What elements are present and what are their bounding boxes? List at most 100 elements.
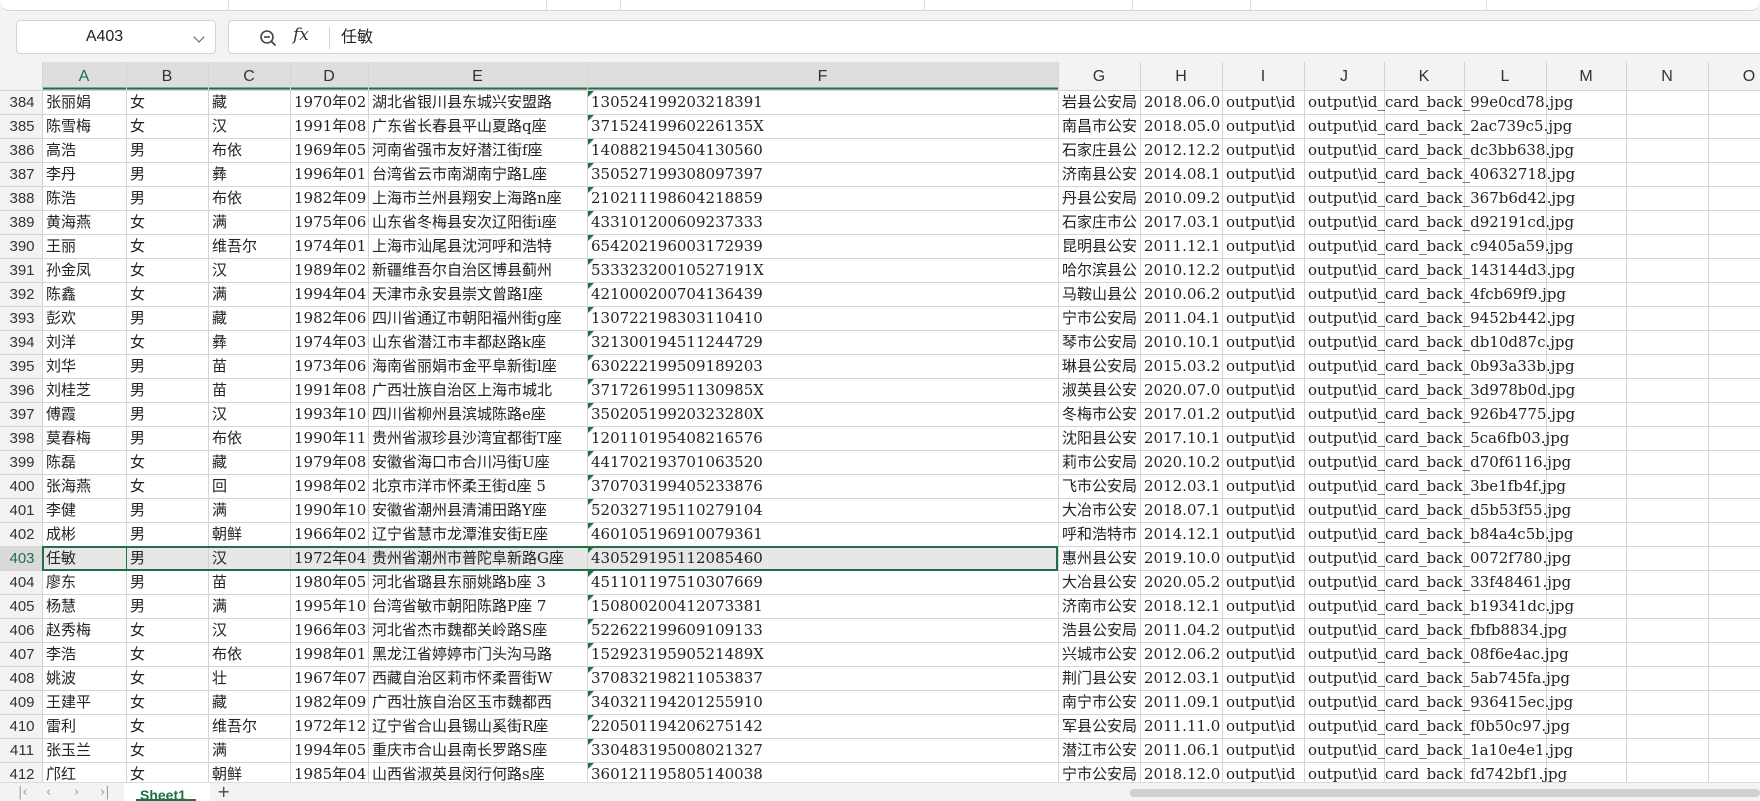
cell-back-path[interactable]: output\id_card_back_3be1fb4f.jpg xyxy=(1308,477,1566,495)
table-row[interactable]: 397 傅霞 男 汉 1993年10 四川省柳州县滨城陈路e座 35020519920323… xyxy=(9,403,1576,423)
cell-back-path[interactable]: output\id_card_back_5ca6fb03.jpg xyxy=(1308,429,1570,447)
cell-back-path[interactable]: output\id_card_back_143144d3.jpg xyxy=(1308,261,1576,279)
cell-id-number[interactable]: 630222199509189203 xyxy=(591,357,763,375)
cell-birth[interactable]: 1998年01 xyxy=(294,645,366,663)
cell-valid-date[interactable]: 2011.12.1 xyxy=(1144,237,1220,255)
row-header[interactable]: 397 xyxy=(9,406,34,423)
cell-address[interactable]: 北京市洋市怀柔王街d座 5 xyxy=(372,477,546,495)
cell-ethnicity[interactable]: 壮 xyxy=(212,669,227,687)
cell-address[interactable]: 西藏自治区莉市怀柔晋街W xyxy=(372,669,553,687)
table-row[interactable]: 385 陈雪梅 女 汉 1991年08 广东省长春县平山夏路q座 3715241996022… xyxy=(9,115,1573,135)
cell-birth[interactable]: 1989年02 xyxy=(294,261,366,279)
row-header[interactable]: 408 xyxy=(9,670,34,687)
cell-ethnicity[interactable]: 藏 xyxy=(212,93,227,111)
cell-valid-date[interactable]: 2010.10.1 xyxy=(1144,333,1220,351)
cell-name[interactable]: 任敏 xyxy=(46,549,76,567)
cell-name[interactable]: 李健 xyxy=(46,501,76,519)
cell-valid-date[interactable]: 2020.10.2 xyxy=(1144,453,1220,471)
formula-content[interactable]: 任敏 xyxy=(341,21,373,53)
cell-authority[interactable]: 南宁市公安 xyxy=(1062,693,1137,711)
cell-name[interactable]: 陈浩 xyxy=(46,189,76,207)
cell-valid-date[interactable]: 2018.07.1 xyxy=(1144,501,1220,519)
table-row[interactable]: 386 高浩 男 布依 1969年05 河南省强市友好潜江街f座 1408821945041… xyxy=(9,139,1575,159)
cell-birth[interactable]: 1974年01 xyxy=(294,237,366,255)
cell-ethnicity[interactable]: 朝鲜 xyxy=(212,765,242,782)
cell-id-number[interactable]: 53332320010527191X xyxy=(591,261,764,279)
cell-address[interactable]: 天津市永安县崇文曾路I座 xyxy=(372,285,543,303)
cell-gender[interactable]: 女 xyxy=(130,213,145,231)
cell-back-path[interactable]: output\id_card_back_99e0cd78.jpg xyxy=(1308,93,1574,111)
fx-icon[interactable]: fx xyxy=(293,25,309,45)
cell-birth[interactable]: 1998年02 xyxy=(294,477,366,495)
row-header[interactable]: 410 xyxy=(9,718,34,735)
cell-valid-date[interactable]: 2012.03.1 xyxy=(1144,477,1220,495)
column-header-j[interactable]: J xyxy=(1340,68,1348,85)
cell-front-path[interactable]: output\id xyxy=(1226,453,1296,471)
cell-ethnicity[interactable]: 布依 xyxy=(212,429,242,447)
cell-gender[interactable]: 女 xyxy=(130,645,145,663)
cell-ethnicity[interactable]: 彝 xyxy=(212,333,227,351)
cell-birth[interactable]: 1994年04 xyxy=(294,285,366,303)
cell-name[interactable]: 王丽 xyxy=(46,237,76,255)
cell-gender[interactable]: 男 xyxy=(130,501,145,519)
cell-id-number[interactable]: 460105196910079361 xyxy=(591,525,763,543)
cell-gender[interactable]: 男 xyxy=(130,573,145,591)
cell-authority[interactable]: 呼和浩特市 xyxy=(1062,525,1137,543)
cell-ethnicity[interactable]: 维吾尔 xyxy=(212,717,257,735)
cell-gender[interactable]: 男 xyxy=(130,357,145,375)
cell-gender[interactable]: 女 xyxy=(130,693,145,711)
row-header[interactable]: 386 xyxy=(9,142,34,159)
cell-id-number[interactable]: 370703199405233876 xyxy=(591,477,763,495)
cell-id-number[interactable]: 421000200704136439 xyxy=(591,285,763,303)
row-header[interactable]: 390 xyxy=(9,238,34,255)
cell-valid-date[interactable]: 2011.04.1 xyxy=(1144,309,1220,327)
column-header-n[interactable]: N xyxy=(1661,68,1673,85)
cell-back-path[interactable]: output\id_card_back_3d978b0d.jpg xyxy=(1308,381,1576,399)
cell-gender[interactable]: 女 xyxy=(130,741,145,759)
cell-valid-date[interactable]: 2011.06.1 xyxy=(1144,741,1220,759)
row-header[interactable]: 399 xyxy=(9,454,34,471)
cell-id-number[interactable]: 522622199609109133 xyxy=(591,621,763,639)
cell-ethnicity[interactable]: 布依 xyxy=(212,141,242,159)
cell-name[interactable]: 雷利 xyxy=(46,717,76,735)
cell-address[interactable]: 广西壮族自治区上海市城北 xyxy=(372,381,552,399)
cell-address[interactable]: 海南省丽娟市金平阜新街l座 xyxy=(372,357,557,375)
cell-authority[interactable]: 兴城市公安 xyxy=(1062,645,1137,663)
cell-authority[interactable]: 大冶县公安 xyxy=(1062,573,1137,591)
cell-valid-date[interactable]: 2010.09.2 xyxy=(1144,189,1220,207)
cell-name[interactable]: 王建平 xyxy=(46,693,91,711)
cell-address[interactable]: 安徽省潮州县清浦田路Y座 xyxy=(372,501,547,519)
cell-address[interactable]: 山东省冬梅县安次辽阳街i座 xyxy=(372,213,557,231)
cell-valid-date[interactable]: 2012.12.2 xyxy=(1144,141,1220,159)
cell-back-path[interactable]: output\id_card_back_dc3bb638.jpg xyxy=(1308,141,1575,159)
cell-address[interactable]: 河北省杰市魏都关岭路S座 xyxy=(372,621,547,639)
cell-name[interactable]: 杨慧 xyxy=(46,597,76,615)
cell-authority[interactable]: 石家庄县公 xyxy=(1062,141,1137,159)
cell-id-number[interactable]: 370832198211053837 xyxy=(591,669,763,687)
cell-gender[interactable]: 男 xyxy=(130,381,145,399)
cell-name[interactable]: 彭欢 xyxy=(46,309,76,327)
cell-id-number[interactable]: 130524199203218391 xyxy=(591,93,763,111)
cell-birth[interactable]: 1970年02 xyxy=(294,93,366,111)
table-row[interactable]: 390 王丽 女 维吾尔 1974年01 上海市汕尾县沈河呼和浩特 654202196003… xyxy=(9,235,1574,255)
cell-back-path[interactable]: output\id_card_back_0072f780.jpg xyxy=(1308,549,1571,567)
cell-address[interactable]: 台湾省敏市朝阳陈路P座 7 xyxy=(372,597,546,615)
cell-ethnicity[interactable]: 藏 xyxy=(212,693,227,711)
cell-authority[interactable]: 飞市公安局 xyxy=(1062,477,1137,495)
cell-ethnicity[interactable]: 苗 xyxy=(212,357,227,375)
cell-gender[interactable]: 男 xyxy=(130,525,145,543)
cell-name[interactable]: 姚波 xyxy=(46,669,76,687)
prev-sheet-icon[interactable]: ‹ xyxy=(46,786,51,799)
cell-valid-date[interactable]: 2017.10.1 xyxy=(1144,429,1220,447)
cell-birth[interactable]: 1996年01 xyxy=(294,165,366,183)
row-header[interactable]: 409 xyxy=(9,694,34,711)
row-header[interactable]: 407 xyxy=(9,646,34,663)
cell-valid-date[interactable]: 2020.07.0 xyxy=(1144,381,1220,399)
cell-front-path[interactable]: output\id xyxy=(1226,741,1296,759)
row-header[interactable]: 391 xyxy=(9,262,34,279)
cell-front-path[interactable]: output\id xyxy=(1226,141,1296,159)
cell-valid-date[interactable]: 2014.08.1 xyxy=(1144,165,1220,183)
cell-ethnicity[interactable]: 汉 xyxy=(212,261,227,279)
cell-id-number[interactable]: 654202196003172939 xyxy=(591,237,763,255)
cell-address[interactable]: 辽宁省合山县锡山奚街R座 xyxy=(372,717,548,735)
